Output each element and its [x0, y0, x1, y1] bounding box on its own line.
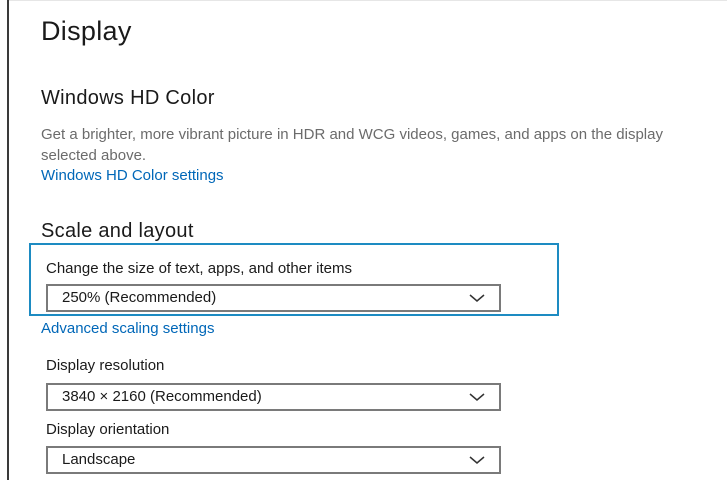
resolution-dropdown[interactable]: 3840 × 2160 (Recommended): [46, 383, 501, 411]
hd-color-settings-link[interactable]: Windows HD Color settings: [41, 167, 224, 184]
orientation-dropdown-value: Landscape: [62, 451, 136, 468]
orientation-dropdown[interactable]: Landscape: [46, 446, 501, 474]
scale-layout-heading: Scale and layout: [41, 220, 194, 242]
chevron-down-icon: [469, 456, 485, 464]
chevron-down-icon: [469, 294, 485, 302]
chevron-down-icon: [469, 393, 485, 401]
scale-label: Change the size of text, apps, and other…: [46, 260, 353, 277]
window-top-divider: [9, 0, 727, 1]
resolution-label: Display resolution: [46, 357, 165, 374]
hd-color-heading: Windows HD Color: [41, 87, 215, 109]
resolution-dropdown-value: 3840 × 2160 (Recommended): [62, 388, 262, 405]
scale-dropdown[interactable]: 250% (Recommended): [46, 284, 501, 312]
advanced-scaling-link[interactable]: Advanced scaling settings: [41, 320, 214, 337]
orientation-label: Display orientation: [46, 421, 170, 438]
hd-color-description: Get a brighter, more vibrant picture in …: [41, 126, 663, 164]
window-left-border: [7, 0, 9, 480]
scale-dropdown-value: 250% (Recommended): [62, 289, 217, 306]
page-title: Display: [41, 16, 132, 46]
